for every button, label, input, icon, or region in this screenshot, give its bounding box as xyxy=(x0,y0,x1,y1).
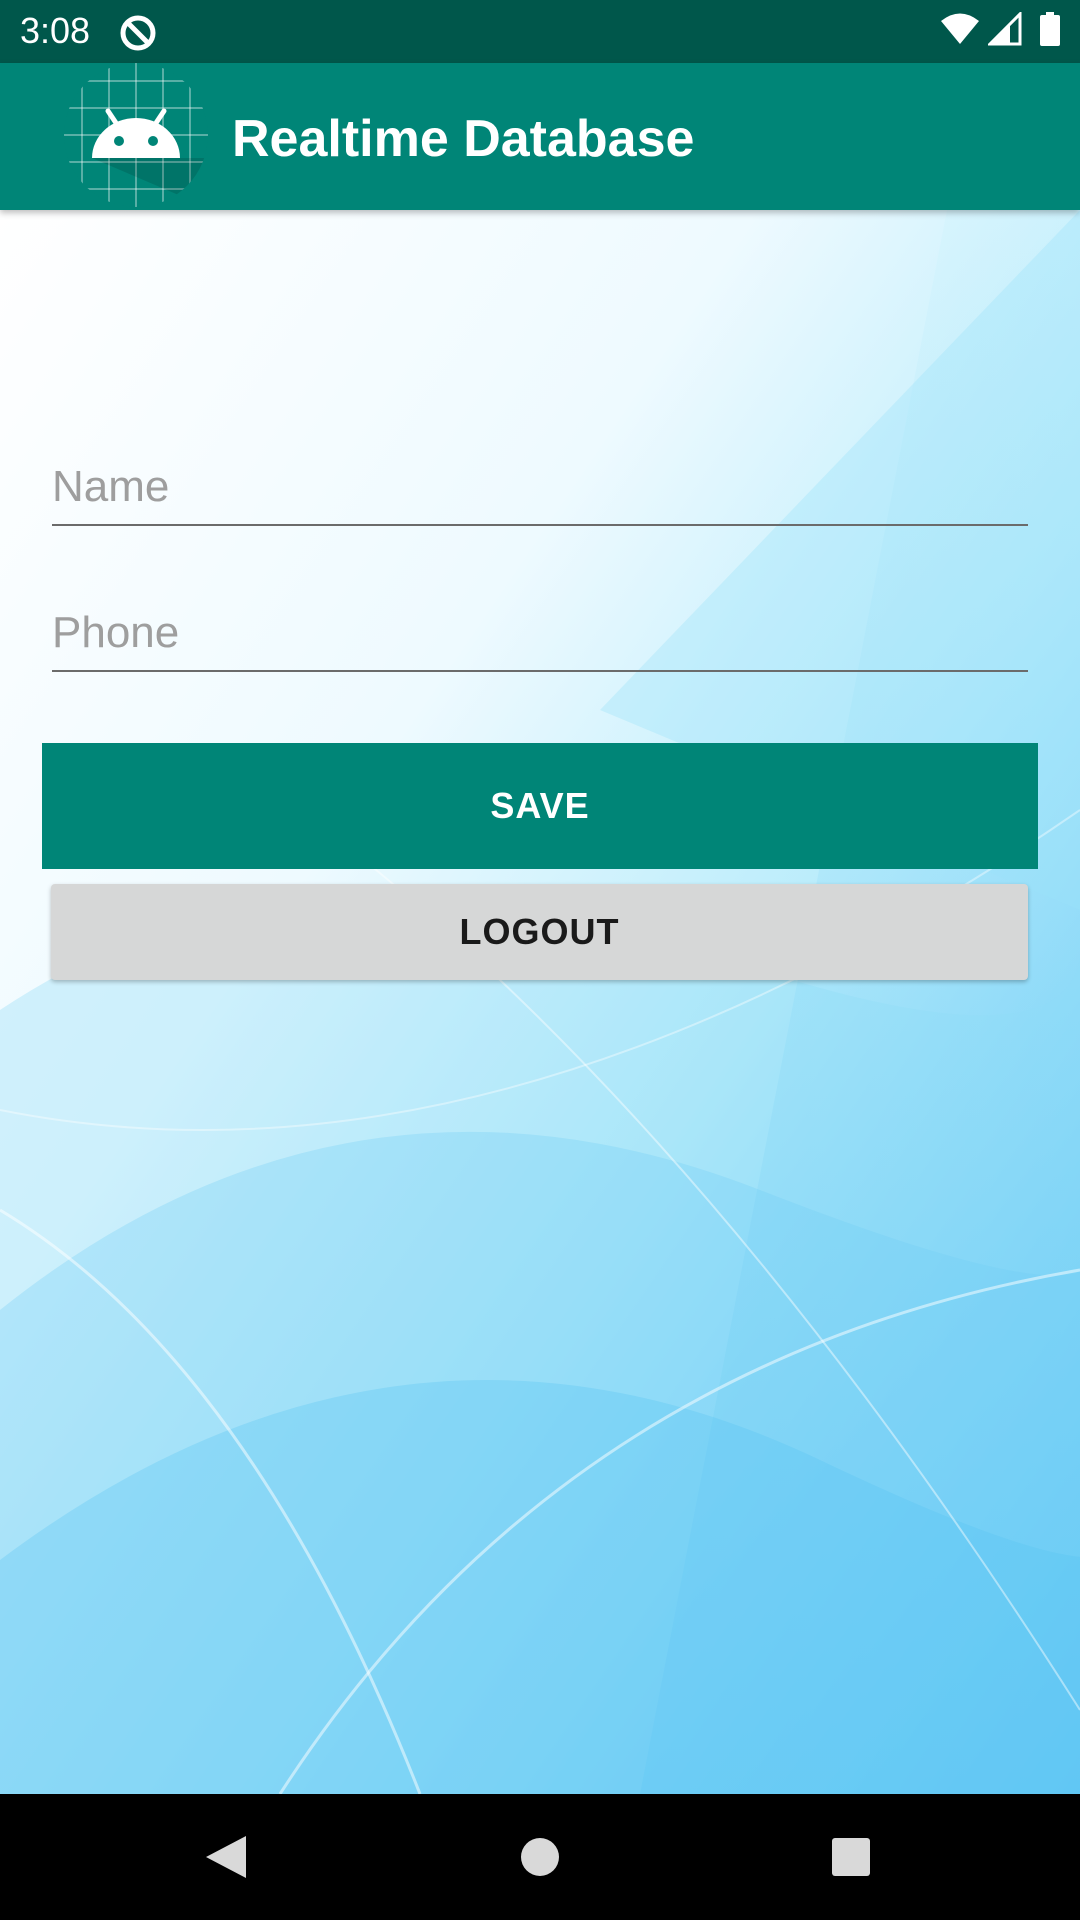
main-content: SAVE LOGOUT xyxy=(0,210,1080,1794)
navigation-bar xyxy=(0,1794,1080,1920)
status-time: 3:08 xyxy=(20,10,91,51)
logout-button[interactable]: LOGOUT xyxy=(51,884,1028,980)
save-button[interactable]: SAVE xyxy=(42,743,1038,869)
recents-icon[interactable] xyxy=(826,1832,876,1882)
android-logo-icon xyxy=(64,63,208,207)
data-saver-icon xyxy=(120,15,156,51)
back-icon[interactable] xyxy=(200,1832,250,1882)
name-field[interactable] xyxy=(52,450,1028,530)
cell-signal-icon xyxy=(988,12,1022,46)
phone-input[interactable] xyxy=(52,596,1028,672)
status-bar: 3:08 xyxy=(0,0,1080,63)
background-wallpaper xyxy=(0,210,1080,1794)
app-title: Realtime Database xyxy=(232,110,695,168)
name-input[interactable] xyxy=(52,450,1028,526)
battery-icon xyxy=(1040,12,1060,46)
home-icon[interactable] xyxy=(515,1832,565,1882)
app-bar: Realtime Database xyxy=(0,63,1080,210)
phone-field[interactable] xyxy=(52,596,1028,676)
wifi-icon xyxy=(941,13,979,44)
